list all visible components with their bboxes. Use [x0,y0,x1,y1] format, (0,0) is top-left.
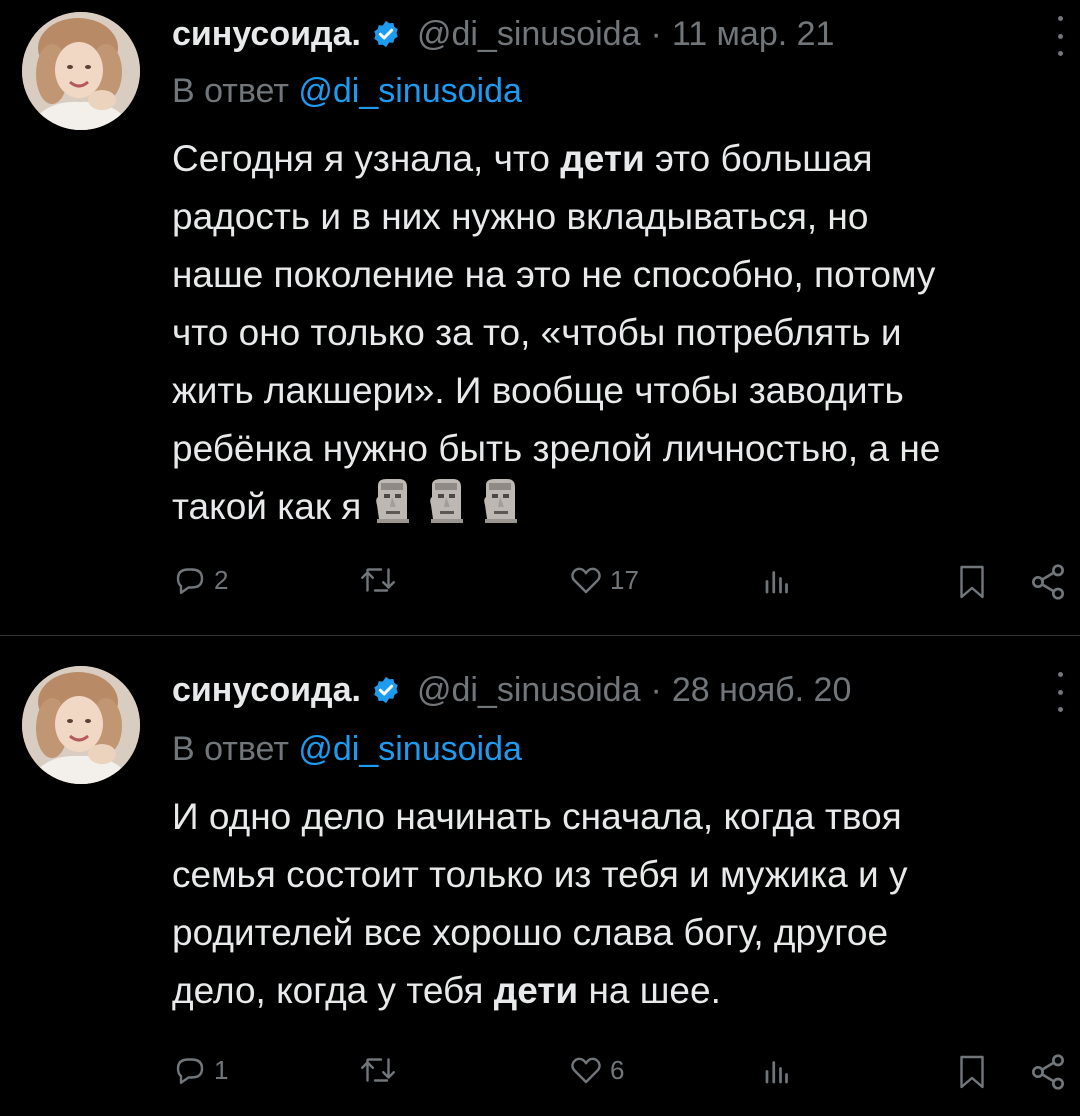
retweet-button[interactable] [358,1052,404,1088]
tweet-text-line: дело, когда у тебя дети на шее. [172,970,721,1011]
separator: · [650,14,662,53]
tweet-feed: синусоида. @di_sinusoida · 11 мар. 21 В … [0,0,1080,1116]
bookmark-button[interactable] [954,1052,990,1092]
like-count: 6 [610,1054,625,1085]
tweet-text-line: радость и в них нужно вкладываться, но [172,196,869,237]
more-options-icon[interactable] [1056,672,1064,712]
reply-icon [176,1058,204,1084]
moai-emoji-icon [376,479,410,523]
tweet-text-line: семья состоит только из тебя и мужика и … [172,854,908,895]
reply-count: 1 [214,1054,229,1085]
author-handle[interactable]: @di_sinusoida [417,671,641,710]
verified-badge-icon [374,20,398,48]
reply-context: В ответ @di_sinusoida [172,72,522,111]
heart-icon [571,1057,601,1084]
tweet-header: синусоида. @di_sinusoida · 11 мар. 21 [172,10,834,58]
like-button[interactable]: 17 [568,562,639,598]
retweet-icon [361,1058,395,1082]
analytics-icon [765,571,788,594]
reply-button[interactable]: 2 [172,562,228,598]
tweet-date[interactable]: 28 нояб. 20 [672,671,852,710]
avatar[interactable] [22,12,140,130]
tweet-actions: 1 6 [172,1052,1080,1092]
share-icon [1032,1054,1064,1090]
like-count: 17 [610,564,639,595]
tweet-text: И одно дело начинать сначала, когда твоя… [172,788,1062,1020]
bookmark-icon [960,565,984,599]
share-icon [1032,564,1064,600]
views-button[interactable] [758,1052,800,1088]
author-name[interactable]: синусоида. [172,671,361,710]
tweet-text-line: И одно дело начинать сначала, когда твоя [172,796,902,837]
moai-emoji-icon [430,479,464,523]
tweet-text-line: такой как я [172,478,1062,536]
bookmark-button[interactable] [954,562,990,602]
reply-prefix: В ответ [172,730,289,768]
heart-icon [571,567,601,594]
reply-button[interactable]: 1 [172,1052,228,1088]
verified-badge-icon [374,676,398,704]
reply-handle-link[interactable]: @di_sinusoida [298,72,522,110]
like-button[interactable]: 6 [568,1052,624,1088]
reply-handle-link[interactable]: @di_sinusoida [298,730,522,768]
tweet[interactable]: синусоида. @di_sinusoida · 11 мар. 21 В … [0,0,1080,636]
retweet-button[interactable] [358,562,404,598]
reply-icon [176,568,204,594]
reply-count: 2 [214,564,229,595]
tweet-date[interactable]: 11 мар. 21 [672,15,835,54]
tweet-header: синусоида. @di_sinusoida · 28 нояб. 20 [172,666,851,714]
tweet[interactable]: синусоида. @di_sinusoida · 28 нояб. 20 В… [0,636,1080,1116]
tweet-actions: 2 17 [172,562,1080,602]
tweet-text-line: ребёнка нужно быть зрелой личностью, а н… [172,428,941,469]
tweet-text-line: наше поколение на это не способно, потом… [172,254,936,295]
tweet-text-line: что оно только за то, «чтобы потреблять … [172,312,902,353]
views-button[interactable] [758,562,800,598]
reply-prefix: В ответ [172,72,289,110]
author-handle[interactable]: @di_sinusoida [417,15,641,54]
retweet-icon [361,568,395,592]
more-options-icon[interactable] [1056,16,1064,56]
tweet-text-line: жить лакшери». И вообще чтобы заводить [172,370,904,411]
tweet-text-line: Сегодня я узнала, что дети это большая [172,138,873,179]
author-name[interactable]: синусоида. [172,15,361,54]
avatar[interactable] [22,666,140,784]
separator: · [650,670,662,709]
bookmark-icon [960,1055,984,1089]
tweet-text-line: родителей все хорошо слава богу, другое [172,912,889,953]
analytics-icon [765,1061,788,1084]
moai-emoji-icon [484,479,518,523]
share-button[interactable] [1028,562,1068,602]
share-button[interactable] [1028,1052,1068,1092]
tweet-text: Сегодня я узнала, что дети это большая р… [172,130,1062,536]
reply-context: В ответ @di_sinusoida [172,730,522,769]
